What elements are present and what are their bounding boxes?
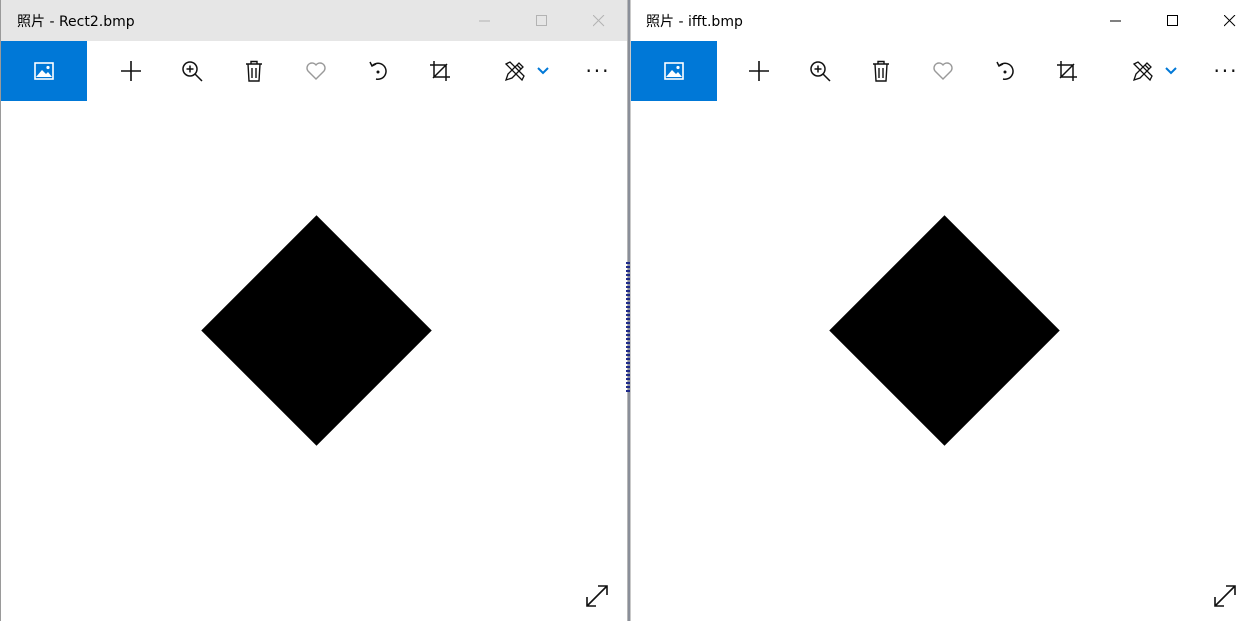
more-button[interactable]: ··· bbox=[578, 41, 618, 101]
close-button[interactable] bbox=[1201, 0, 1258, 41]
toolbar: ··· bbox=[631, 41, 1258, 101]
delete-button[interactable] bbox=[234, 41, 274, 101]
image-canvas[interactable] bbox=[1, 101, 627, 621]
close-icon bbox=[592, 14, 604, 26]
delete-button[interactable] bbox=[861, 41, 901, 101]
view-photo-button[interactable] bbox=[631, 41, 717, 101]
maximize-button[interactable] bbox=[513, 0, 570, 41]
minimize-button[interactable] bbox=[1087, 0, 1144, 41]
add-icon bbox=[749, 61, 769, 81]
zoom-button[interactable] bbox=[172, 41, 212, 101]
zoom-icon bbox=[182, 61, 203, 82]
photos-window-right: 照片 - ifft.bmp ··· bbox=[630, 0, 1258, 621]
close-icon bbox=[1223, 14, 1235, 26]
photo-icon bbox=[664, 62, 684, 80]
title-bar[interactable]: 照片 - ifft.bmp bbox=[631, 0, 1258, 41]
expand-icon bbox=[1214, 585, 1236, 607]
photos-window-left: 照片 - Rect2.bmp ··· bbox=[0, 0, 628, 621]
window-title: 照片 - ifft.bmp bbox=[646, 13, 743, 30]
chevron-down-icon bbox=[537, 67, 549, 75]
window-controls bbox=[456, 0, 627, 41]
view-photo-button[interactable] bbox=[1, 41, 87, 101]
title-bar[interactable]: 照片 - Rect2.bmp bbox=[1, 0, 627, 41]
add-button[interactable] bbox=[111, 41, 151, 101]
more-button[interactable]: ··· bbox=[1206, 41, 1246, 101]
maximize-icon bbox=[535, 14, 547, 26]
edit-menu-button[interactable] bbox=[533, 41, 553, 101]
chevron-down-icon bbox=[1165, 67, 1177, 75]
add-icon bbox=[121, 61, 141, 81]
fullscreen-button[interactable] bbox=[577, 576, 617, 616]
image-diamond-shape bbox=[201, 215, 432, 446]
zoom-icon bbox=[810, 61, 831, 82]
photo-icon bbox=[34, 62, 54, 80]
maximize-icon bbox=[1166, 14, 1178, 26]
rotate-button[interactable] bbox=[985, 41, 1025, 101]
image-canvas[interactable] bbox=[631, 101, 1258, 621]
window-title: 照片 - Rect2.bmp bbox=[17, 13, 135, 30]
close-button[interactable] bbox=[570, 0, 627, 41]
favorite-icon bbox=[306, 62, 326, 80]
expand-icon bbox=[586, 585, 608, 607]
more-icon: ··· bbox=[1213, 59, 1239, 83]
rotate-icon bbox=[996, 61, 1014, 81]
rotate-button[interactable] bbox=[358, 41, 398, 101]
edit-menu-button[interactable] bbox=[1161, 41, 1181, 101]
fullscreen-button[interactable] bbox=[1205, 576, 1245, 616]
favorite-button[interactable] bbox=[296, 41, 336, 101]
rotate-icon bbox=[369, 61, 387, 81]
maximize-button[interactable] bbox=[1144, 0, 1201, 41]
minimize-icon bbox=[478, 20, 490, 21]
toolbar: ··· bbox=[1, 41, 627, 101]
image-diamond-shape bbox=[829, 215, 1060, 446]
delete-icon bbox=[873, 60, 889, 82]
minimize-icon bbox=[1109, 20, 1121, 21]
favorite-icon bbox=[933, 62, 953, 80]
add-button[interactable] bbox=[739, 41, 779, 101]
edit-icon bbox=[504, 61, 525, 82]
more-icon: ··· bbox=[585, 59, 611, 83]
edit-button[interactable] bbox=[1123, 41, 1163, 101]
crop-button[interactable] bbox=[420, 41, 460, 101]
minimize-button[interactable] bbox=[456, 0, 513, 41]
window-controls bbox=[1087, 0, 1258, 41]
crop-button[interactable] bbox=[1047, 41, 1087, 101]
edit-icon bbox=[1132, 61, 1153, 82]
edit-button[interactable] bbox=[495, 41, 535, 101]
delete-icon bbox=[246, 60, 262, 82]
crop-icon bbox=[1057, 61, 1077, 81]
crop-icon bbox=[430, 61, 450, 81]
zoom-button[interactable] bbox=[800, 41, 840, 101]
favorite-button[interactable] bbox=[923, 41, 963, 101]
